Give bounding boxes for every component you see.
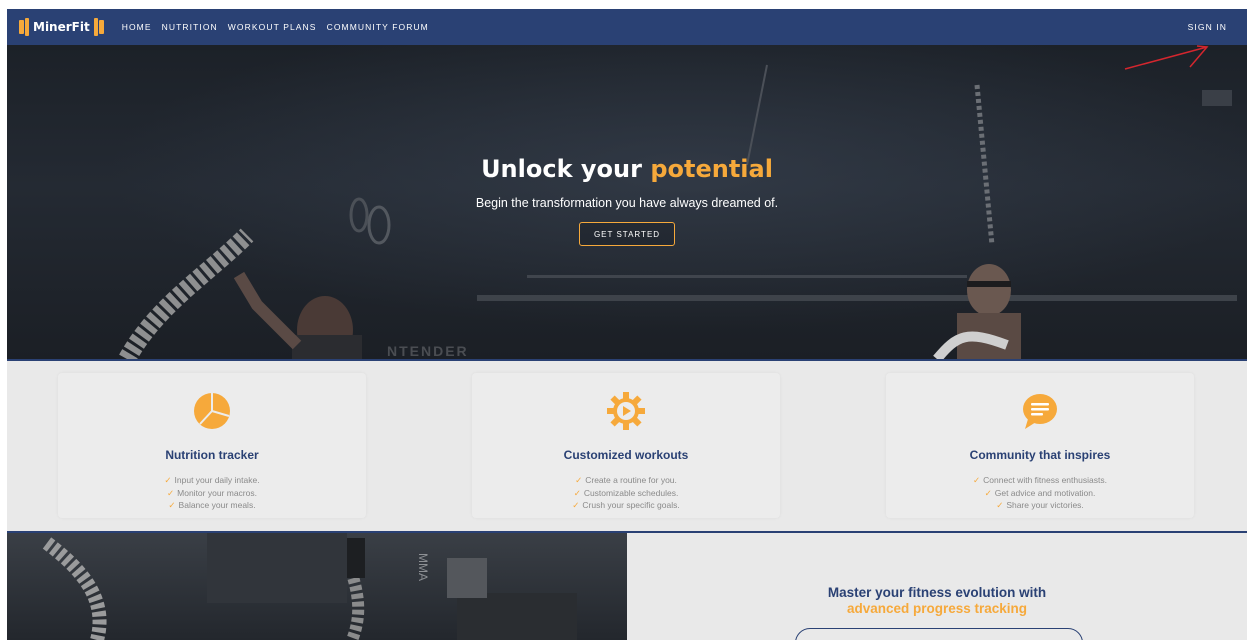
feature-title: Community that inspires	[969, 448, 1111, 462]
feature-title: Customized workouts	[563, 448, 689, 462]
feature-item: ✓ Input your daily intake.	[164, 475, 260, 485]
feature-list: ✓ Input your daily intake. ✓ Monitor your …	[58, 474, 366, 512]
hero-title-accent: potential	[650, 155, 773, 183]
checkmark-icon: ✓	[168, 500, 176, 510]
hero-title: Unlock your potential	[7, 155, 1247, 183]
pie-chart-icon	[194, 393, 230, 429]
feature-item: ✓ Customizable schedules.	[573, 487, 679, 498]
checkmark-icon: ✓	[996, 500, 1004, 510]
nav-link-community-forum[interactable]: COMMUNITY FORUM	[327, 22, 429, 32]
logo-dumbbell-left-icon	[19, 20, 24, 34]
checkmark-icon: ✓	[167, 487, 175, 498]
feature-list: ✓ Create a routine for you. ✓ Customizable…	[472, 474, 780, 512]
nav-links: HOME NUTRITION WORKOUT PLANS COMMUNITY F…	[122, 22, 439, 32]
feature-card-nutrition: Nutrition tracker ✓ Input your daily inta…	[58, 373, 366, 518]
feature-card-workouts: Customized workouts ✓ Create a routine fo…	[472, 373, 780, 518]
top-nav: MinerFit HOME NUTRITION WORKOUT PLANS CO…	[7, 9, 1247, 45]
svg-text:MMA: MMA	[416, 553, 430, 581]
progress-button[interactable]	[795, 628, 1083, 640]
logo-dumbbell-left-inner-icon	[25, 18, 29, 36]
feature-item: ✓ Monitor your macros.	[167, 487, 257, 498]
page-frame: MinerFit HOME NUTRITION WORKOUT PLANS CO…	[7, 9, 1247, 640]
feature-title: Nutrition tracker	[165, 448, 259, 462]
feature-item: ✓ Create a routine for you.	[575, 475, 677, 485]
feature-card-community: Community that inspires ✓ Connect with fi…	[886, 373, 1194, 518]
checkmark-icon: ✓	[164, 475, 172, 485]
checkmark-icon: ✓	[572, 500, 580, 510]
sign-in-link[interactable]: SIGN IN	[1188, 22, 1227, 32]
checkmark-icon: ✓	[984, 487, 992, 498]
hero-section: Unlock your potential Begin the transfor…	[7, 45, 1247, 361]
chat-bubble-icon	[1023, 394, 1057, 429]
nav-link-workout-plans[interactable]: WORKOUT PLANS	[228, 22, 317, 32]
hero-title-main: Unlock your	[481, 155, 642, 183]
checkmark-icon: ✓	[573, 487, 581, 498]
progress-subtitle: advanced progress tracking	[846, 601, 1028, 616]
progress-section-image: MMA	[7, 533, 627, 640]
hero-watermark-text: NTENDER	[387, 343, 469, 359]
training-photo: MMA	[42, 533, 577, 640]
logo-dumbbell-right-inner-icon	[93, 18, 98, 36]
checkmark-icon: ✓	[973, 475, 981, 485]
checkmark-icon: ✓	[575, 475, 583, 485]
nav-link-nutrition[interactable]: NUTRITION	[162, 22, 218, 32]
feature-item: ✓ Crush your specific goals.	[572, 500, 680, 510]
progress-title: Master your fitness evolution with	[827, 585, 1047, 600]
feature-item: ✓ Connect with fitness enthusiasts.	[973, 475, 1107, 485]
logo[interactable]: MinerFit	[19, 9, 104, 45]
hero-subtitle: Begin the transformation you have always…	[475, 196, 779, 210]
get-started-button[interactable]: GET STARTED	[579, 222, 675, 246]
logo-dumbbell-right-icon	[98, 20, 104, 34]
logo-text: MinerFit	[33, 20, 90, 34]
gear-icon	[607, 392, 645, 430]
progress-section: Master your fitness evolution with advan…	[627, 533, 1247, 640]
feature-list: ✓ Connect with fitness enthusiasts. ✓ Get …	[886, 474, 1194, 512]
feature-item: ✓ Share your victories.	[996, 500, 1084, 510]
features-section: Nutrition tracker ✓ Input your daily inta…	[7, 361, 1247, 533]
feature-item: ✓ Balance your meals.	[168, 500, 256, 510]
feature-item: ✓ Get advice and motivation.	[984, 487, 1096, 498]
nav-link-home[interactable]: HOME	[122, 22, 152, 32]
